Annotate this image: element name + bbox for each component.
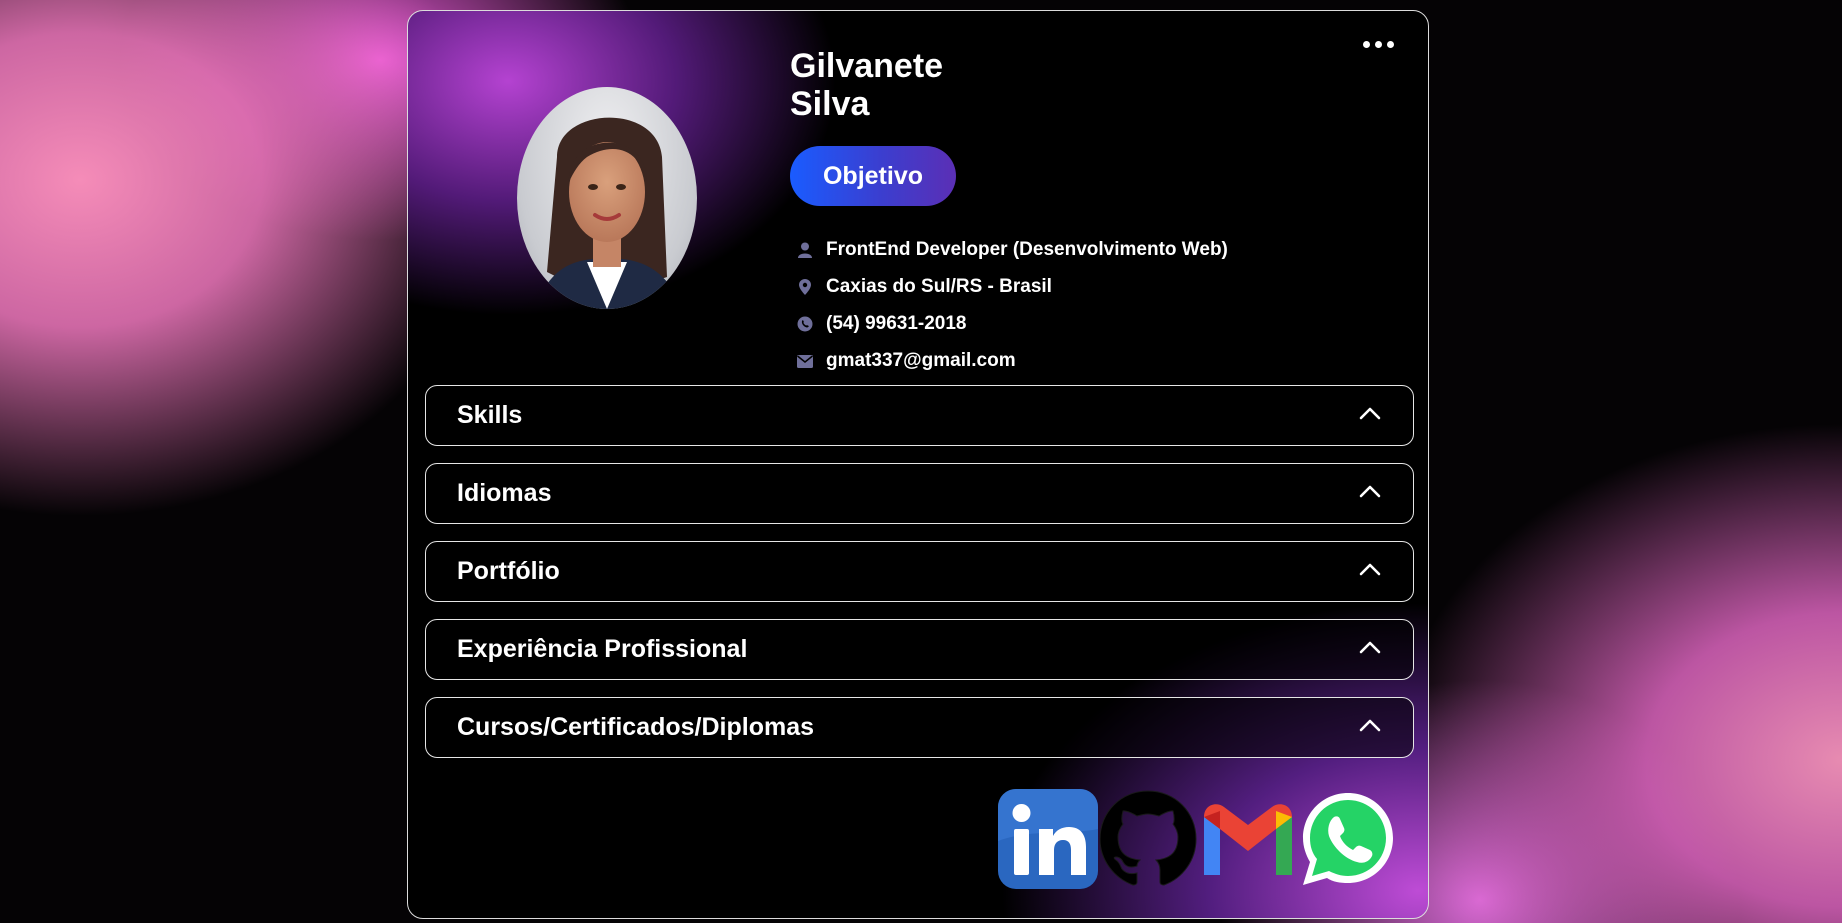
chevron-up-icon <box>1359 485 1381 497</box>
section-idiomas[interactable]: Idiomas <box>425 463 1414 524</box>
objective-button[interactable]: Objetivo <box>790 146 956 206</box>
location-text: Caxias do Sul/RS - Brasil <box>826 276 1052 297</box>
more-options-icon[interactable] <box>1363 41 1394 48</box>
section-portfolio[interactable]: Portfólio <box>425 541 1414 602</box>
user-icon <box>796 241 814 259</box>
linkedin-icon[interactable] <box>998 789 1098 889</box>
mail-icon <box>796 352 814 370</box>
section-cursos[interactable]: Cursos/Certificados/Diplomas <box>425 697 1414 758</box>
role-text: FrontEnd Developer (Desenvolvimento Web) <box>826 239 1228 260</box>
location-row: Caxias do Sul/RS - Brasil <box>796 276 1052 298</box>
phone-row: (54) 99631-2018 <box>796 313 967 335</box>
first-name: Gilvanete <box>790 47 944 85</box>
last-name: Silva <box>790 85 870 123</box>
email-row: gmat337@gmail.com <box>796 350 1016 372</box>
profile-card: Gilvanete Silva Objetivo FrontEnd Develo… <box>407 10 1429 919</box>
role-row: FrontEnd Developer (Desenvolvimento Web) <box>796 239 1228 261</box>
chevron-up-icon <box>1359 563 1381 575</box>
section-title: Experiência Profissional <box>457 635 748 663</box>
chevron-up-icon <box>1359 641 1381 653</box>
map-pin-icon <box>796 278 814 296</box>
chevron-up-icon <box>1359 407 1381 419</box>
section-title: Idiomas <box>457 479 552 507</box>
github-icon[interactable] <box>1098 789 1198 889</box>
chevron-up-icon <box>1359 719 1381 731</box>
profile-name: Gilvanete Silva <box>790 47 943 123</box>
section-skills[interactable]: Skills <box>425 385 1414 446</box>
section-title: Cursos/Certificados/Diplomas <box>457 713 815 741</box>
section-title: Portfólio <box>457 557 560 585</box>
phone-text: (54) 99631-2018 <box>826 313 967 334</box>
email-text[interactable]: gmat337@gmail.com <box>826 350 1016 372</box>
avatar <box>517 87 697 309</box>
section-experiencia[interactable]: Experiência Profissional <box>425 619 1414 680</box>
section-title: Skills <box>457 401 523 429</box>
whatsapp-icon[interactable] <box>1298 789 1398 889</box>
whatsapp-small-icon <box>796 315 814 333</box>
gmail-icon[interactable] <box>1198 789 1298 889</box>
